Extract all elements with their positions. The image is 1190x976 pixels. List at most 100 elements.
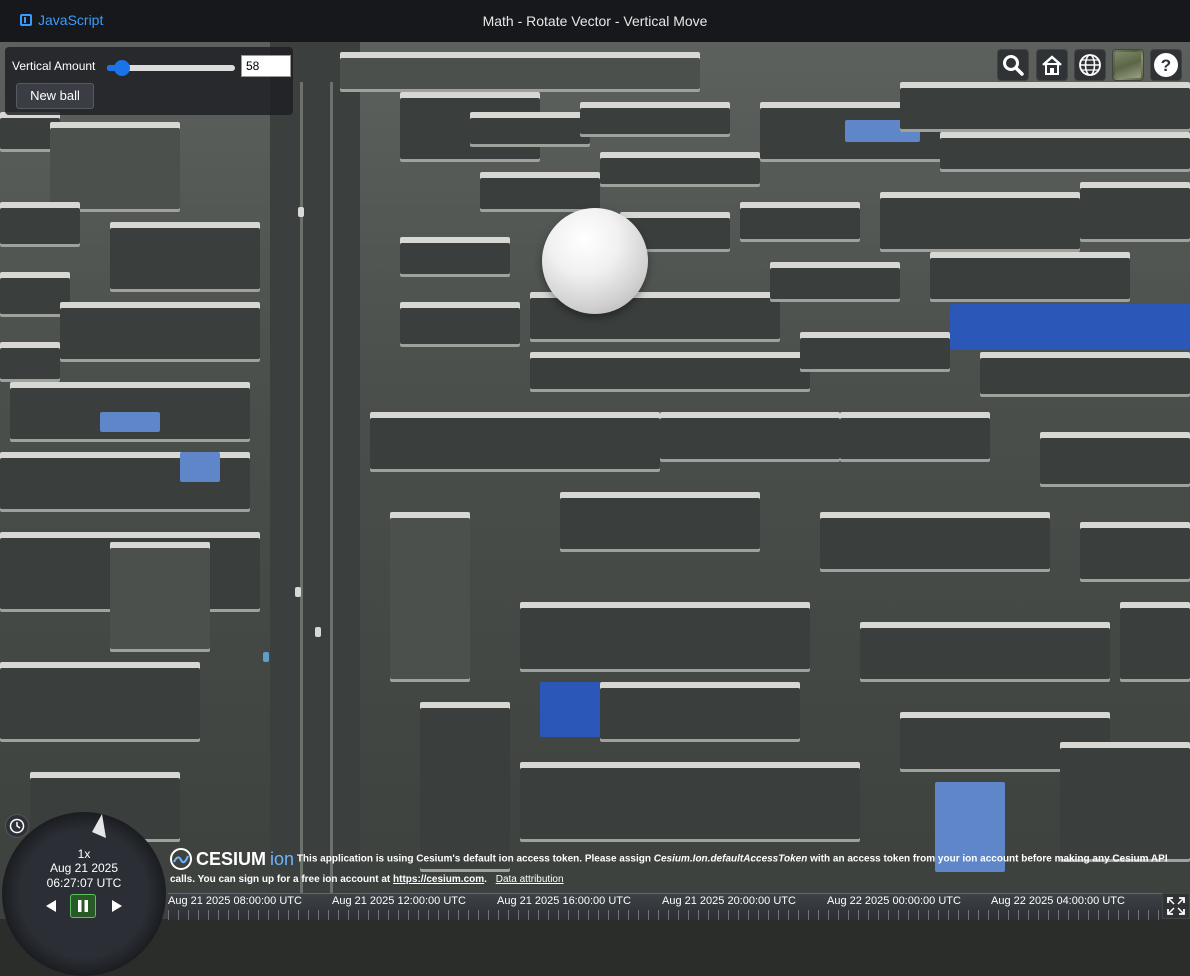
building (110, 222, 260, 292)
pause-button[interactable] (70, 894, 96, 918)
building (1080, 182, 1190, 242)
vertical-amount-slider[interactable] (107, 60, 235, 76)
token-warning-code: Cesium.Ion.defaultAccessToken (653, 853, 808, 865)
shuttle-ring-pointer-icon[interactable] (88, 814, 108, 840)
realtime-clock-button[interactable] (5, 814, 29, 838)
building (800, 332, 950, 372)
sandcastle-toolbar: Vertical Amount 58 New ball (5, 47, 293, 115)
road-marking (330, 82, 333, 912)
building (560, 492, 760, 552)
building (1120, 602, 1190, 682)
building (820, 512, 1050, 572)
new-ball-button[interactable]: New ball (16, 83, 94, 109)
data-attribution-link[interactable]: Data attribution (496, 874, 564, 885)
fullscreen-button[interactable] (1162, 893, 1190, 919)
building (770, 262, 900, 302)
building (400, 237, 510, 277)
building (400, 302, 520, 347)
building (940, 132, 1190, 172)
vehicle (298, 207, 304, 217)
cesium-website-link[interactable]: https://cesium.com (393, 874, 484, 885)
fullscreen-icon (1167, 897, 1185, 915)
play-reverse-button[interactable] (38, 894, 64, 918)
building (420, 702, 510, 872)
building (60, 302, 260, 362)
building (930, 252, 1130, 302)
cesium-logo-icon (170, 848, 192, 870)
building (470, 112, 590, 147)
cesium-3d-scene[interactable] (0, 42, 1190, 919)
building (50, 122, 180, 212)
animation-date: Aug 21 2025 (49, 861, 119, 875)
timeline-tick-label: Aug 21 2025 12:00:00 UTC (332, 895, 466, 907)
vehicle (263, 652, 269, 662)
blue-roof (180, 452, 220, 482)
globe-icon (1079, 54, 1101, 76)
building (340, 52, 700, 92)
timeline-tick-label: Aug 21 2025 20:00:00 UTC (662, 895, 796, 907)
vertical-amount-input[interactable]: 58 (241, 55, 291, 77)
help-icon: ? (1154, 53, 1178, 77)
search-icon (1003, 55, 1024, 76)
pause-icon (78, 900, 88, 912)
building (880, 192, 1080, 252)
building (530, 352, 810, 392)
building (0, 662, 200, 742)
vertical-amount-label: Vertical Amount (12, 59, 96, 73)
building (580, 102, 730, 137)
geocoder-search-button[interactable] (997, 49, 1029, 81)
blue-roof (950, 304, 1190, 350)
blue-roof (540, 682, 600, 737)
building (1040, 432, 1190, 487)
timeline-tick-label: Aug 22 2025 00:00:00 UTC (827, 895, 961, 907)
home-icon (1042, 55, 1062, 75)
home-button[interactable] (1036, 49, 1068, 81)
navigation-help-button[interactable]: ? (1150, 49, 1182, 81)
top-bar: JavaScript Math - Rotate Vector - Vertic… (0, 0, 1190, 43)
building (740, 202, 860, 242)
building (600, 682, 800, 742)
credit-container: CESIUM ion This application is using Ces… (170, 848, 1180, 890)
base-layer-picker-button[interactable] (1112, 49, 1144, 81)
animation-widget: 1x Aug 21 2025 06:27:07 UTC (0, 810, 168, 976)
building (600, 152, 760, 187)
sphere-entity[interactable] (542, 208, 648, 314)
play-forward-icon (112, 900, 122, 912)
building (900, 82, 1190, 132)
timeline-tick-label: Aug 21 2025 16:00:00 UTC (497, 895, 631, 907)
building (370, 412, 660, 472)
clock-icon (9, 818, 25, 834)
building (0, 342, 60, 382)
svg-text:?: ? (1161, 56, 1171, 75)
vehicle (315, 627, 321, 637)
scene-mode-button[interactable] (1074, 49, 1106, 81)
building (110, 542, 210, 652)
animation-time: 06:27:07 UTC (46, 876, 122, 890)
imagery-picker-icon (1115, 52, 1141, 78)
building (520, 602, 810, 672)
timeline-tick-label: Aug 21 2025 08:00:00 UTC (168, 895, 302, 907)
building (390, 512, 470, 682)
vehicle (295, 587, 301, 597)
building (860, 622, 1110, 682)
building (660, 412, 840, 462)
building (980, 352, 1190, 397)
play-forward-button[interactable] (104, 894, 130, 918)
building (480, 172, 600, 212)
page-title: Math - Rotate Vector - Vertical Move (482, 13, 708, 29)
slider-thumb[interactable] (114, 60, 131, 76)
building (520, 762, 860, 842)
animation-speed: 1x (77, 847, 91, 861)
building (1080, 522, 1190, 582)
play-reverse-icon (46, 900, 56, 912)
timeline-tick-label: Aug 22 2025 04:00:00 UTC (991, 895, 1125, 907)
blue-roof (100, 412, 160, 432)
token-warning-text-1: This application is using Cesium's defau… (296, 853, 651, 865)
timeline[interactable]: Aug 21 2025 08:00:00 UTC Aug 21 2025 12:… (168, 893, 1162, 920)
cesium-logo-text: CESIUM (196, 849, 267, 869)
token-warning-period: . (484, 874, 487, 885)
building (0, 202, 80, 247)
cesium-ion-logo[interactable]: CESIUM ion (170, 848, 294, 870)
building (1060, 742, 1190, 862)
building (840, 412, 990, 462)
